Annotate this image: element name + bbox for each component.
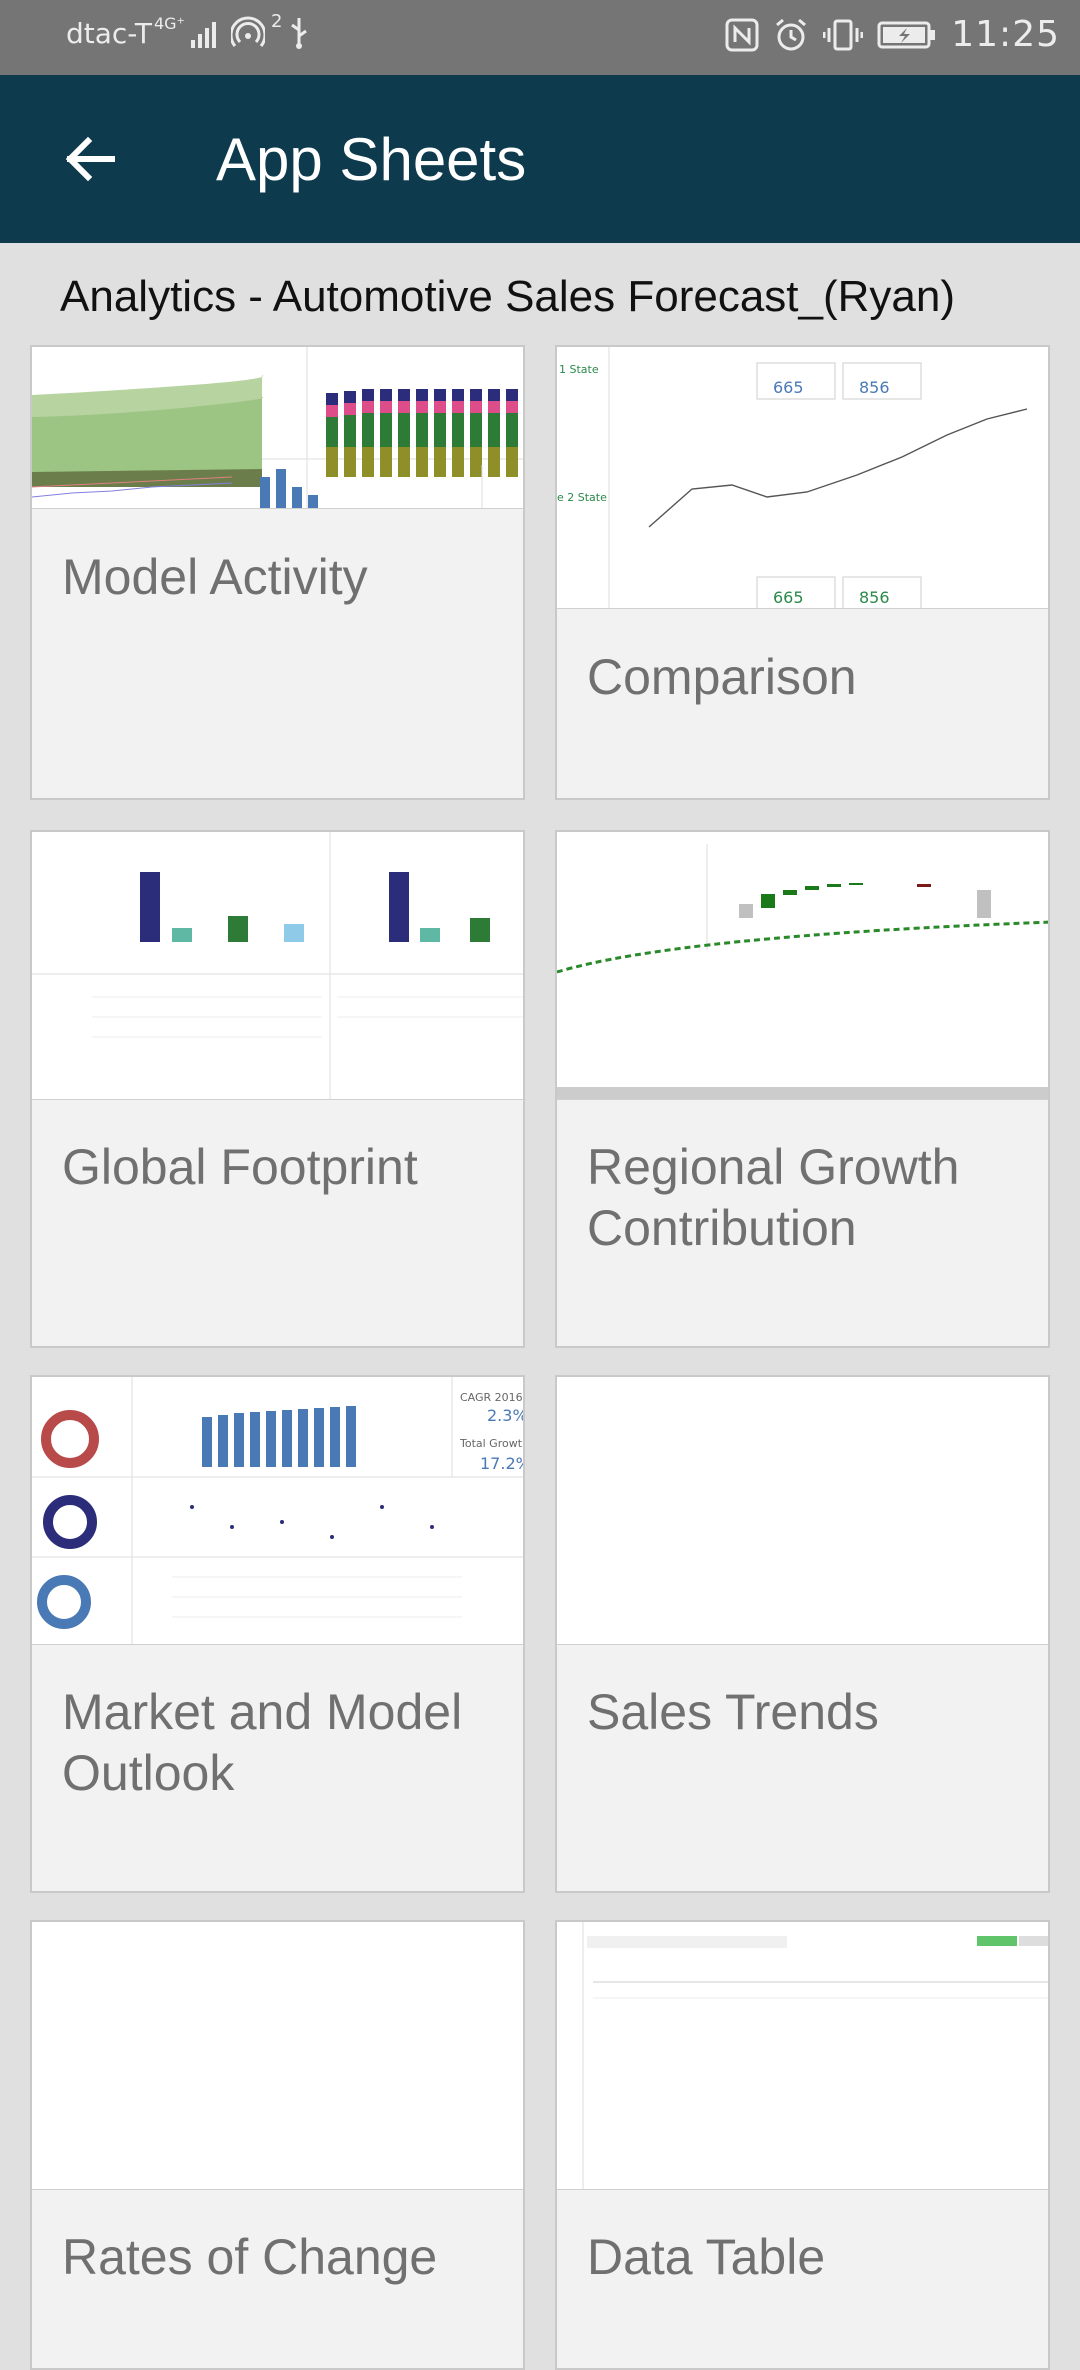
kpi-value-3: 665 <box>773 588 804 607</box>
status-bar: dtac-T 4G⁺ 2 11:25 <box>0 0 1080 75</box>
app-name: Analytics - Automotive Sales Forecast_(R… <box>60 272 956 321</box>
sheet-title: Regional Growth Contribution <box>587 1139 960 1256</box>
sheet-thumbnail <box>32 832 523 1100</box>
usb-icon <box>291 18 308 49</box>
sheet-card-model-activity[interactable]: Model Activity <box>30 345 525 800</box>
sheet-title: Market and Model Outlook <box>62 1684 463 1801</box>
sheet-card-market-and-model-outlook[interactable]: CAGR 2016-2 2.3% Total Growth 201 17.2% … <box>30 1375 525 1893</box>
kpi-value-1: 665 <box>773 378 804 397</box>
total-growth-label: Total Growth 201 <box>459 1437 523 1450</box>
kpi-value-2: 856 <box>859 378 890 397</box>
total-growth-value: 17.2% <box>480 1454 523 1473</box>
cagr-value: 2.3% <box>487 1406 523 1425</box>
sheet-title: Rates of Change <box>62 2229 438 2285</box>
sheet-thumbnail <box>557 832 1048 1100</box>
state-label-2: e 2 State <box>557 491 607 504</box>
hotspot-count: 2 <box>270 10 283 32</box>
sheet-card-global-footprint[interactable]: Global Footprint <box>30 830 525 1348</box>
hotspot-icon <box>230 16 265 47</box>
app-bar: App Sheets <box>0 75 1080 243</box>
arrow-back-icon <box>65 136 115 182</box>
sheet-thumbnail: CAGR 2016-2 2.3% Total Growth 201 17.2% <box>32 1377 523 1645</box>
page-title: App Sheets <box>216 126 527 193</box>
sheet-thumbnail <box>557 1377 1048 1645</box>
signal-icon <box>190 22 216 48</box>
sheet-title: Comparison <box>587 649 857 705</box>
back-button[interactable] <box>48 117 132 201</box>
status-left: dtac-T 4G⁺ 2 <box>66 11 310 50</box>
cagr-label: CAGR 2016-2 <box>460 1391 523 1404</box>
state-label-1: 1 State <box>559 363 599 376</box>
status-right: 11:25 <box>725 14 1060 55</box>
network-type: 4G⁺ <box>153 13 185 33</box>
battery-charging-icon <box>877 21 936 48</box>
sheet-thumbnail <box>32 347 523 509</box>
sheet-thumbnail: 1 State e 2 State 665 856 665 856 <box>557 347 1048 609</box>
alarm-icon <box>776 18 807 50</box>
clock: 11:25 <box>951 14 1060 55</box>
sheet-thumbnail <box>32 1922 523 2190</box>
carrier-label: dtac-T <box>66 16 152 50</box>
sheet-card-data-table[interactable]: Data Table <box>555 1920 1050 2370</box>
sheet-thumbnail <box>557 1922 1048 2190</box>
nfc-icon <box>725 18 759 51</box>
stacked-bar-group <box>326 389 518 477</box>
sheet-card-rates-of-change[interactable]: Rates of Change <box>30 1920 525 2370</box>
sheet-title: Sales Trends <box>587 1684 879 1740</box>
sheet-title: Model Activity <box>62 549 368 605</box>
kpi-value-4: 856 <box>859 588 890 607</box>
sheet-card-sales-trends[interactable]: Sales Trends <box>555 1375 1050 1893</box>
sheet-card-comparison[interactable]: 1 State e 2 State 665 856 665 856 Compar… <box>555 345 1050 800</box>
sheet-card-regional-growth-contribution[interactable]: Regional Growth Contribution <box>555 830 1050 1348</box>
vibrate-icon <box>823 19 864 50</box>
sheet-title: Global Footprint <box>62 1139 418 1195</box>
sheet-title: Data Table <box>587 2229 826 2285</box>
